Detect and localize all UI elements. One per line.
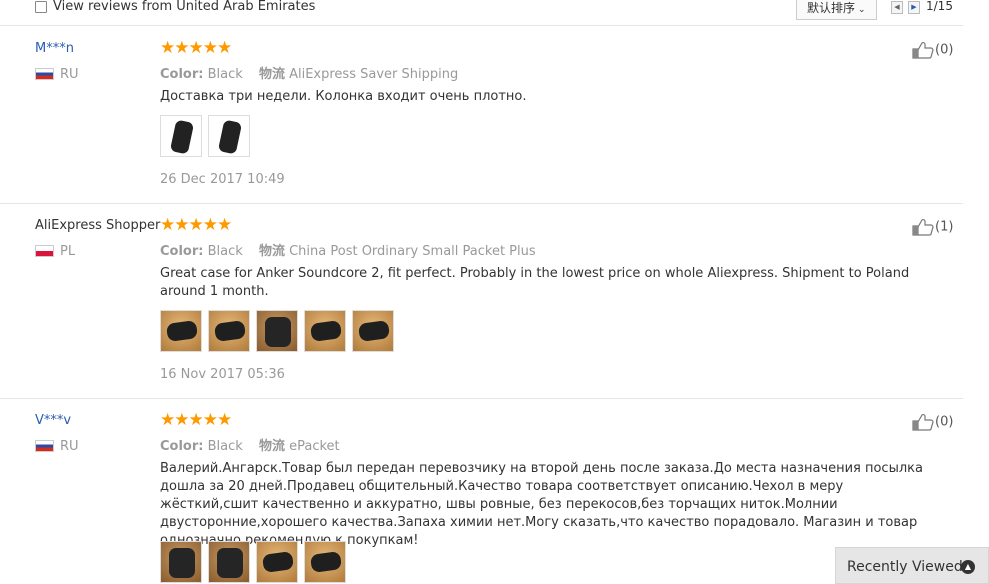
reviewer-name[interactable]: AliExpress Shopper	[35, 218, 160, 233]
helpful-count: (1)	[935, 219, 954, 235]
helpful-vote[interactable]: (1)	[912, 218, 953, 236]
shipping-label: 物流	[258, 439, 285, 454]
shipping-value: ePacket	[289, 439, 340, 454]
order-info: Color: Black 物流 China Post Ordinary Smal…	[160, 240, 536, 259]
review-date: 26 Dec 2017 10:49	[160, 172, 285, 187]
russia-flag-icon	[35, 68, 54, 80]
review-photo[interactable]	[160, 541, 202, 583]
helpful-vote[interactable]: (0)	[912, 413, 953, 431]
thumbs-up-icon[interactable]	[912, 413, 934, 431]
reviewer-country: RU	[60, 67, 79, 82]
shipping-value: AliExpress Saver Shipping	[289, 67, 459, 82]
review-photo[interactable]	[352, 310, 394, 352]
helpful-vote[interactable]: (0)	[912, 41, 953, 59]
review-photos	[160, 541, 346, 583]
color-label: Color:	[160, 244, 204, 259]
poland-flag-icon	[35, 245, 54, 257]
recently-viewed-label: Recently Viewed	[847, 559, 963, 575]
prev-page-button[interactable]: ◀	[891, 1, 903, 14]
review-photo[interactable]	[208, 115, 250, 157]
star-rating: ★★★★★	[160, 38, 232, 58]
review-item: V***v RU ★★★★★ Color: Black 物流 ePacket В…	[0, 399, 963, 584]
color-label: Color:	[160, 439, 204, 454]
review-photo[interactable]	[304, 310, 346, 352]
reviewer-country: PL	[60, 244, 76, 259]
shipping-value: China Post Ordinary Small Packet Plus	[289, 244, 536, 259]
helpful-count: (0)	[935, 414, 954, 430]
review-filter-bar: View reviews from United Arab Emirates 默…	[0, 0, 963, 26]
order-info: Color: Black 物流 ePacket	[160, 435, 340, 454]
color-label: Color:	[160, 67, 204, 82]
chevron-up-icon[interactable]: ▲	[961, 560, 975, 574]
review-photo[interactable]	[160, 310, 202, 352]
review-photo[interactable]	[304, 541, 346, 583]
chevron-down-icon: ⌄	[858, 5, 866, 15]
review-text: Great case for Anker Soundcore 2, fit pe…	[160, 266, 910, 299]
review-photo[interactable]	[256, 310, 298, 352]
reviewer-country: RU	[60, 439, 79, 454]
review-text: Валерий.Ангарск.Товар был передан перево…	[160, 461, 923, 548]
russia-flag-icon	[35, 440, 54, 452]
country-filter-checkbox[interactable]	[35, 1, 47, 13]
next-page-button[interactable]: ▶	[908, 1, 920, 14]
color-value: Black	[207, 244, 243, 259]
country-filter-label[interactable]: View reviews from United Arab Emirates	[53, 0, 315, 14]
star-rating: ★★★★★	[160, 215, 232, 235]
review-photos	[160, 310, 394, 352]
recently-viewed-tab[interactable]: Recently Viewed ▲	[835, 547, 989, 584]
review-photo[interactable]	[208, 541, 250, 583]
review-item: M***n RU ★★★★★ Color: Black 物流 AliExpres…	[0, 27, 963, 204]
color-value: Black	[207, 67, 243, 82]
review-photo[interactable]	[208, 310, 250, 352]
order-info: Color: Black 物流 AliExpress Saver Shippin…	[160, 63, 458, 82]
review-text: Доставка три недели. Колонка входит очен…	[160, 89, 527, 104]
review-item: AliExpress Shopper PL ★★★★★ Color: Black…	[0, 204, 963, 399]
review-photo[interactable]	[160, 115, 202, 157]
thumbs-up-icon[interactable]	[912, 41, 934, 59]
review-date: 16 Nov 2017 05:36	[160, 367, 285, 382]
review-photos	[160, 115, 250, 157]
star-rating: ★★★★★	[160, 410, 232, 430]
page-indicator: 1/15	[926, 0, 953, 13]
sort-label: 默认排序	[807, 1, 856, 15]
reviewer-name[interactable]: M***n	[35, 41, 74, 56]
color-value: Black	[207, 439, 243, 454]
thumbs-up-icon[interactable]	[912, 218, 934, 236]
review-photo[interactable]	[256, 541, 298, 583]
shipping-label: 物流	[258, 244, 285, 259]
sort-dropdown[interactable]: 默认排序 ⌄	[796, 0, 877, 20]
shipping-label: 物流	[258, 67, 285, 82]
reviewer-name[interactable]: V***v	[35, 413, 71, 428]
helpful-count: (0)	[935, 42, 954, 58]
